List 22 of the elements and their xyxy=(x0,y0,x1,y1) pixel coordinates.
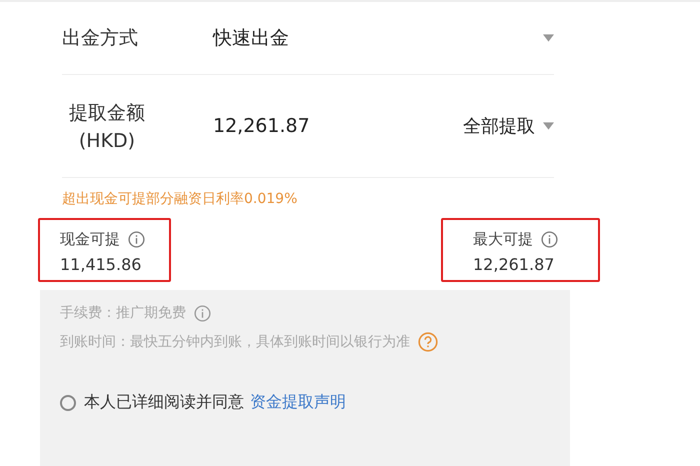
currency-label: (HKD) xyxy=(78,130,136,152)
field-label: 出金方式 xyxy=(62,26,139,51)
info-icon[interactable] xyxy=(541,231,558,248)
statement-link[interactable]: 资金提取声明 xyxy=(250,392,346,413)
stat-label: 最大可提 xyxy=(473,230,533,249)
agreement-radio[interactable] xyxy=(60,394,76,410)
dropdown-caret-icon[interactable] xyxy=(543,122,554,130)
info-icon[interactable] xyxy=(194,304,211,322)
stat-value: 12,261.87 xyxy=(473,255,556,274)
stat-label: 现金可提 xyxy=(60,230,120,249)
info-icon[interactable] xyxy=(128,231,145,248)
stat-value: 11,415.86 xyxy=(60,255,142,274)
withdraw-all-button[interactable]: 全部提取 xyxy=(463,114,535,138)
help-icon[interactable] xyxy=(418,332,438,352)
dropdown-caret-icon[interactable] xyxy=(543,34,554,42)
interest-notice: 超出现金可提部分融资日利率0.019% xyxy=(62,190,298,208)
arrival-time-text: 到账时间：最快五分钟内到账，具体到账时间以银行为准 xyxy=(60,333,410,351)
field-label: 提取金额 xyxy=(69,101,145,126)
amount-value: 12,261.87 xyxy=(213,115,311,137)
fee-text: 手续费：推广期免费 xyxy=(60,304,186,322)
agreement-text: 本人已详细阅读并同意 xyxy=(84,392,244,413)
method-value: 快速出金 xyxy=(213,26,290,51)
